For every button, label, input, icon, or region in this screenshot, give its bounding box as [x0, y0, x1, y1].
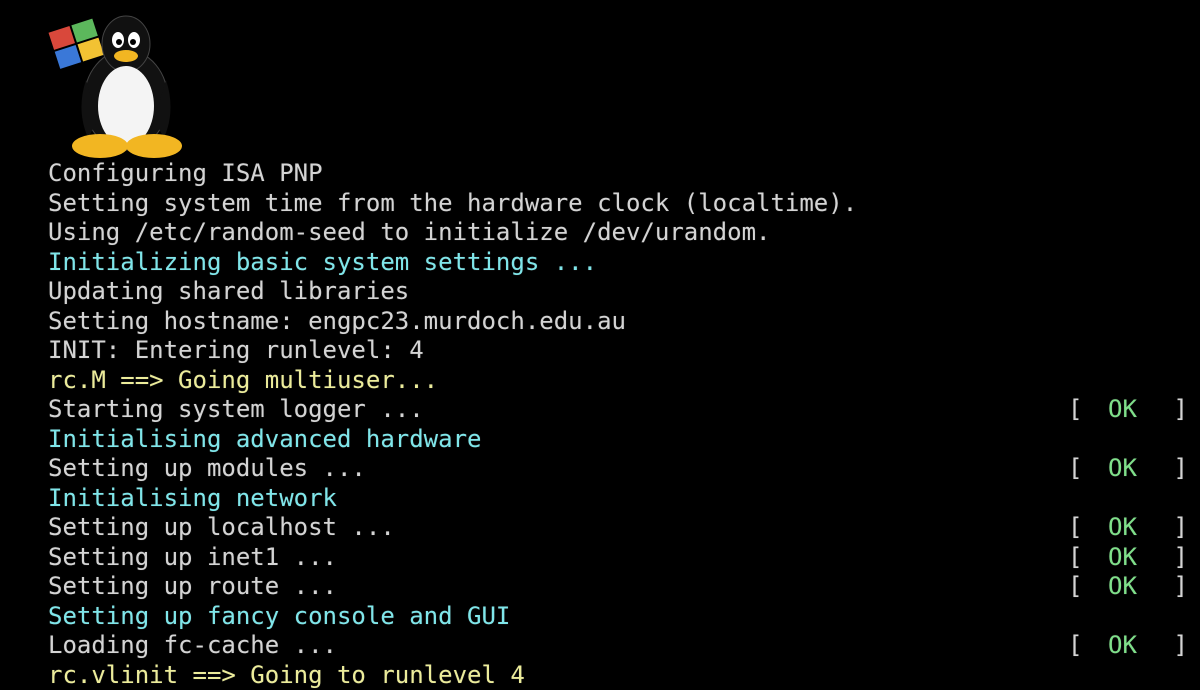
status-bracket-close: ] [1174, 454, 1188, 484]
status-bracket-close: ] [1174, 631, 1188, 661]
boot-log-text: Loading fc-cache ... [48, 631, 337, 659]
status-bracket-close: ] [1174, 572, 1188, 602]
boot-log-line: Setting up modules ... [ OK] [48, 454, 1188, 484]
tux-penguin-windows-flag-icon [48, 10, 188, 160]
boot-log-line: Initializing basic system settings ... [48, 248, 1188, 278]
status-indicator: [ OK] [1068, 395, 1188, 425]
boot-log-line: Setting system time from the hardware cl… [48, 189, 1188, 219]
status-ok: OK [1108, 454, 1137, 484]
boot-log-line: Initialising network [48, 484, 1188, 514]
console-screen: Configuring ISA PNPSetting system time f… [0, 0, 1200, 683]
status-bracket-close: ] [1174, 513, 1188, 543]
boot-log-line: Setting up localhost ... [ OK] [48, 513, 1188, 543]
status-indicator: [ OK] [1068, 631, 1188, 661]
boot-log-line: rc.M ==> Going multiuser... [48, 366, 1188, 396]
boot-log-text: rc.vlinit ==> Going to runlevel 4 [48, 661, 525, 689]
boot-log-text: Setting up localhost ... [48, 513, 395, 541]
boot-log-text: Updating shared libraries [48, 277, 409, 305]
boot-log-text: Using /etc/random-seed to initialize /de… [48, 218, 770, 246]
boot-log-text: Setting up route ... [48, 572, 337, 600]
boot-log-line: Setting up route ... [ OK] [48, 572, 1188, 602]
boot-log-line: Configuring ISA PNP [48, 159, 1188, 189]
boot-log-line: Using /etc/random-seed to initialize /de… [48, 218, 1188, 248]
boot-log-line: Setting up inet1 ... [ OK] [48, 543, 1188, 573]
boot-log-text: Configuring ISA PNP [48, 159, 323, 187]
boot-log-text: Setting hostname: engpc23.murdoch.edu.au [48, 307, 626, 335]
status-ok: OK [1108, 631, 1137, 661]
boot-log-line: INIT: Entering runlevel: 4 [48, 336, 1188, 366]
boot-log-line: Initialising advanced hardware [48, 425, 1188, 455]
boot-log-text: Initialising network [48, 484, 337, 512]
status-bracket-open: [ [1068, 631, 1082, 661]
boot-log-text: Setting up modules ... [48, 454, 366, 482]
boot-log-line: rc.vlinit ==> Going to runlevel 4 [48, 661, 1188, 690]
boot-log-line: Loading fc-cache ... [ OK] [48, 631, 1188, 661]
status-bracket-open: [ [1068, 395, 1082, 425]
status-indicator: [ OK] [1068, 572, 1188, 602]
boot-log-text: Initialising advanced hardware [48, 425, 481, 453]
status-bracket-open: [ [1068, 513, 1082, 543]
status-ok: OK [1108, 543, 1137, 573]
status-ok: OK [1108, 572, 1137, 602]
boot-log-text: Starting system logger ... [48, 395, 424, 423]
status-ok: OK [1108, 513, 1137, 543]
status-indicator: [ OK] [1068, 454, 1188, 484]
boot-log: Configuring ISA PNPSetting system time f… [48, 159, 1188, 690]
boot-log-text: rc.M ==> Going multiuser... [48, 366, 438, 394]
boot-log-text: Setting up inet1 ... [48, 543, 337, 571]
boot-log-line: Setting up fancy console and GUI [48, 602, 1188, 632]
boot-log-text: Setting system time from the hardware cl… [48, 189, 857, 217]
boot-log-line: Starting system logger ... [ OK] [48, 395, 1188, 425]
boot-log-line: Updating shared libraries [48, 277, 1188, 307]
status-indicator: [ OK] [1068, 513, 1188, 543]
boot-log-text: Setting up fancy console and GUI [48, 602, 510, 630]
status-bracket-open: [ [1068, 454, 1082, 484]
boot-log-line: Setting hostname: engpc23.murdoch.edu.au [48, 307, 1188, 337]
boot-log-text: Initializing basic system settings ... [48, 248, 597, 276]
status-bracket-open: [ [1068, 572, 1082, 602]
status-ok: OK [1108, 395, 1137, 425]
status-bracket-close: ] [1174, 543, 1188, 573]
status-bracket-open: [ [1068, 543, 1082, 573]
status-bracket-close: ] [1174, 395, 1188, 425]
boot-log-text: INIT: Entering runlevel: 4 [48, 336, 424, 364]
status-indicator: [ OK] [1068, 543, 1188, 573]
